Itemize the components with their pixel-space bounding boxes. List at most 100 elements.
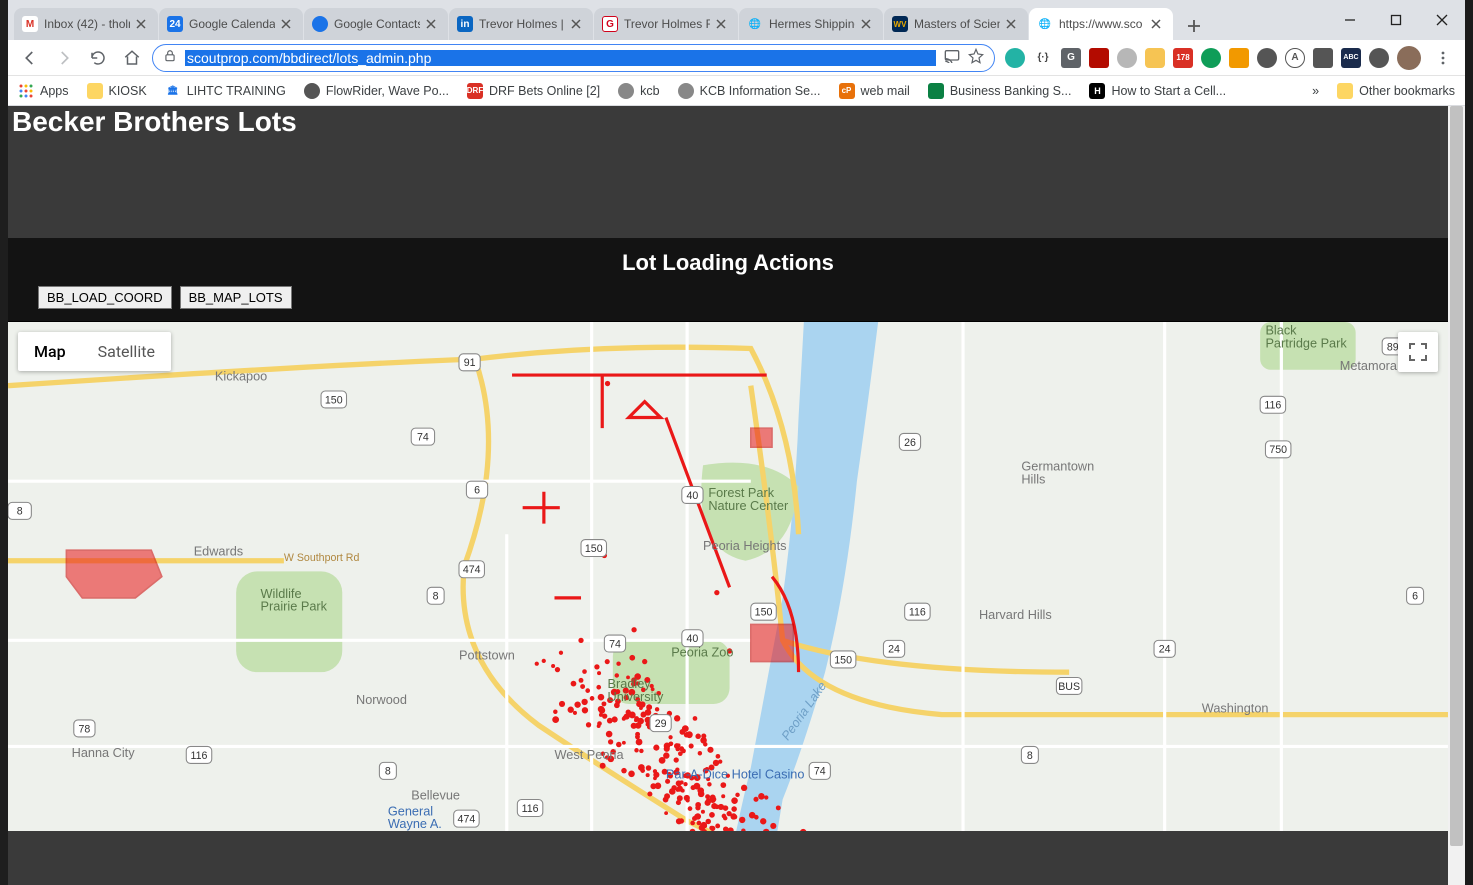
- maximize-button[interactable]: [1373, 4, 1419, 36]
- back-button[interactable]: [16, 44, 44, 72]
- site-icon: 🏛: [165, 83, 181, 99]
- close-icon[interactable]: [571, 17, 585, 31]
- ext-icon[interactable]: A: [1285, 48, 1305, 68]
- bookmark-drf[interactable]: DRF DRF Bets Online [2]: [467, 83, 600, 99]
- svg-text:116: 116: [909, 607, 926, 619]
- map-canvas[interactable]: Map Satellite: [8, 321, 1448, 831]
- ext-icon[interactable]: G: [1061, 48, 1081, 68]
- map-type-map[interactable]: Map: [18, 332, 82, 371]
- svg-text:6: 6: [474, 485, 480, 497]
- bookmark-kcb[interactable]: kcb: [618, 83, 659, 99]
- route-shield: 8: [8, 502, 31, 519]
- ext-icon[interactable]: [1313, 48, 1333, 68]
- svg-text:74: 74: [814, 766, 826, 778]
- svg-text:6: 6: [1412, 591, 1418, 603]
- tab-scoutprop[interactable]: 🌐 https://www.sco: [1029, 8, 1173, 40]
- bookmark-lihtc[interactable]: 🏛LIHTC TRAINING: [165, 83, 286, 99]
- close-icon[interactable]: [426, 17, 440, 31]
- svg-text:Harvard Hills: Harvard Hills: [979, 607, 1052, 622]
- actions-panel: Lot Loading Actions BB_LOAD_COORD BB_MAP…: [8, 238, 1448, 321]
- contacts-icon: [312, 16, 328, 32]
- ext-icon[interactable]: [1201, 48, 1221, 68]
- ext-icon[interactable]: ABC: [1341, 48, 1361, 68]
- scrollbar[interactable]: [1448, 106, 1465, 885]
- star-icon[interactable]: [968, 48, 984, 67]
- map-type-satellite[interactable]: Satellite: [82, 332, 171, 371]
- site-icon: DRF: [467, 83, 483, 99]
- bookmark-flowrider[interactable]: FlowRider, Wave Po...: [304, 83, 449, 99]
- menu-button[interactable]: [1429, 44, 1457, 72]
- scrollbar-thumb[interactable]: [1450, 106, 1463, 846]
- svg-text:Kickapoo: Kickapoo: [215, 368, 267, 383]
- linkedin-icon: in: [457, 16, 473, 32]
- ext-icon[interactable]: [1005, 48, 1025, 68]
- background-editor-sliver: [0, 0, 8, 885]
- bookmark-webmail[interactable]: cPweb mail: [839, 83, 910, 99]
- svg-text:Hanna City: Hanna City: [72, 745, 136, 760]
- bookmark-label: DRF Bets Online [2]: [489, 84, 600, 98]
- tab-trevor-f[interactable]: G Trevor Holmes F: [594, 8, 738, 40]
- bookmarks-overflow[interactable]: »: [1312, 84, 1319, 98]
- svg-text:8: 8: [433, 591, 439, 603]
- site-icon: [678, 83, 694, 99]
- ext-badge-icon[interactable]: 178: [1173, 48, 1193, 68]
- bookmark-label: web mail: [861, 84, 910, 98]
- folder-icon: [1337, 83, 1353, 99]
- close-icon[interactable]: [136, 17, 150, 31]
- forward-button[interactable]: [50, 44, 78, 72]
- ext-icon[interactable]: [1257, 48, 1277, 68]
- minimize-button[interactable]: [1327, 4, 1373, 36]
- avatar-icon[interactable]: [1397, 46, 1421, 70]
- svg-text:8: 8: [17, 506, 23, 518]
- address-bar[interactable]: scoutprop.com/bbdirect/lots_admin.php: [152, 44, 995, 72]
- tab-calendar[interactable]: 24 Google Calendar: [159, 8, 303, 40]
- svg-text:Peoria Zoo: Peoria Zoo: [671, 644, 733, 659]
- tab-label: Google Contacts: [334, 17, 420, 31]
- tab-label: https://www.sco: [1059, 17, 1145, 31]
- svg-text:78: 78: [78, 723, 90, 735]
- new-tab-button[interactable]: [1180, 12, 1208, 40]
- folder-icon: [87, 83, 103, 99]
- close-icon[interactable]: [716, 17, 730, 31]
- tab-inbox[interactable]: M Inbox (42) - tholm: [14, 8, 158, 40]
- bookmark-kcb-info[interactable]: KCB Information Se...: [678, 83, 821, 99]
- bookmark-label: How to Start a Cell...: [1111, 84, 1226, 98]
- close-window-button[interactable]: [1419, 4, 1465, 36]
- ext-icon[interactable]: [1229, 48, 1249, 68]
- svg-text:89: 89: [1387, 341, 1399, 353]
- ext-icon[interactable]: [1369, 48, 1389, 68]
- map-lots-button[interactable]: BB_MAP_LOTS: [180, 286, 292, 309]
- ext-icon[interactable]: [1117, 48, 1137, 68]
- close-icon[interactable]: [1006, 17, 1020, 31]
- close-icon[interactable]: [281, 17, 295, 31]
- other-bookmarks[interactable]: Other bookmarks: [1337, 83, 1455, 99]
- svg-text:150: 150: [834, 654, 852, 666]
- chevron-icon: »: [1312, 84, 1319, 98]
- bookmark-banking[interactable]: Business Banking S...: [928, 83, 1072, 99]
- lock-icon: [163, 49, 177, 66]
- bookmark-kiosk[interactable]: KIOSK: [87, 83, 147, 99]
- tab-wvu[interactable]: WV Masters of Scien: [884, 8, 1028, 40]
- close-icon[interactable]: [1151, 17, 1165, 31]
- cast-icon[interactable]: [944, 49, 960, 66]
- tab-contacts[interactable]: Google Contacts: [304, 8, 448, 40]
- fullscreen-button[interactable]: [1398, 332, 1438, 372]
- home-button[interactable]: [118, 44, 146, 72]
- tab-label: Masters of Scien: [914, 17, 1000, 31]
- reload-button[interactable]: [84, 44, 112, 72]
- ext-icon[interactable]: [1145, 48, 1165, 68]
- ext-icon[interactable]: {·}: [1033, 48, 1053, 68]
- ext-pdf-icon[interactable]: [1089, 48, 1109, 68]
- globe-icon: 🌐: [747, 16, 763, 32]
- bookmark-howto[interactable]: HHow to Start a Cell...: [1089, 83, 1226, 99]
- apps-button[interactable]: Apps: [18, 83, 69, 99]
- tab-linkedin[interactable]: in Trevor Holmes | L: [449, 8, 593, 40]
- calendar-icon: 24: [167, 16, 183, 32]
- load-coord-button[interactable]: BB_LOAD_COORD: [38, 286, 172, 309]
- svg-text:150: 150: [325, 394, 343, 406]
- svg-text:116: 116: [522, 803, 539, 815]
- close-icon[interactable]: [861, 17, 875, 31]
- tab-hermes[interactable]: 🌐 Hermes Shipping: [739, 8, 883, 40]
- svg-text:40: 40: [687, 490, 699, 502]
- svg-text:24: 24: [1159, 644, 1171, 656]
